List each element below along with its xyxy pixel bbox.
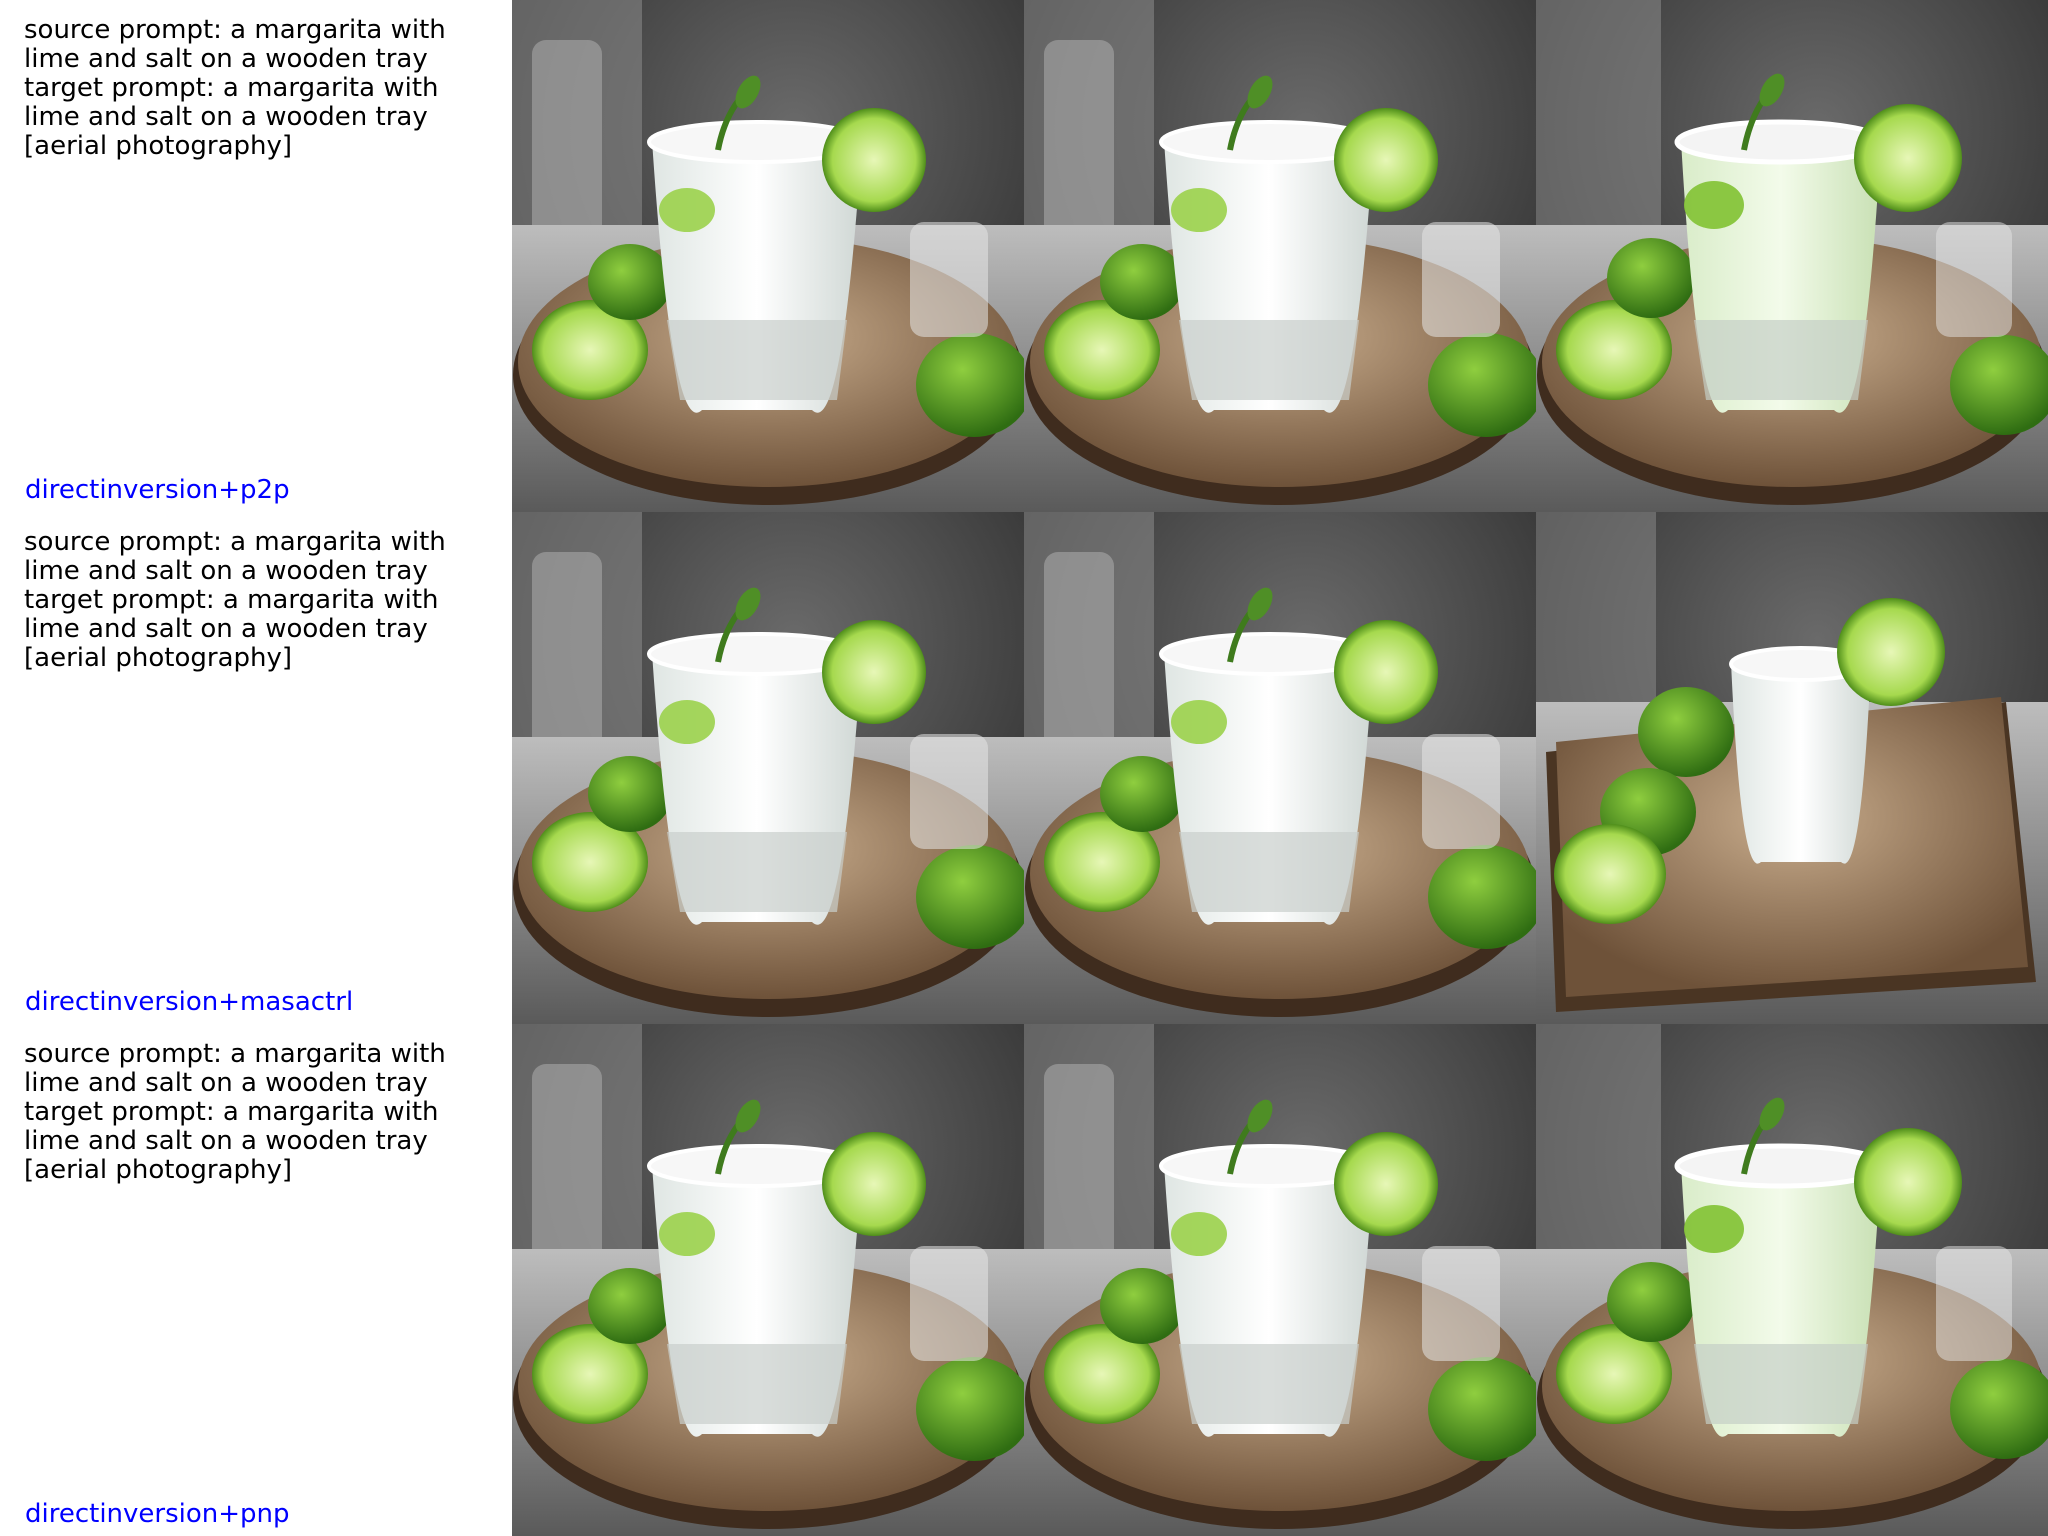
result-row: source prompt: a margarita with lime and…	[0, 1024, 2048, 1536]
prompt-text: source prompt: a margarita with lime and…	[24, 528, 500, 673]
result-row: source prompt: a margarita with lime and…	[0, 512, 2048, 1024]
edited-image	[1536, 512, 2048, 1024]
result-row: source prompt: a margarita with lime and…	[0, 0, 2048, 512]
source-prompt: source prompt: a margarita with lime and…	[24, 1039, 446, 1098]
prompt-text: source prompt: a margarita with lime and…	[24, 16, 500, 161]
method-label: directinversion+p2p	[25, 475, 290, 505]
target-prompt: target prompt: a margarita with lime and…	[24, 585, 439, 673]
reconstruction-image	[1024, 512, 1536, 1024]
source-prompt: source prompt: a margarita with lime and…	[24, 527, 446, 586]
source-image	[512, 512, 1024, 1024]
source-image	[512, 1024, 1024, 1536]
label-cell: source prompt: a margarita with lime and…	[0, 1024, 512, 1536]
comparison-grid: source prompt: a margarita with lime and…	[0, 0, 2048, 1536]
label-cell: source prompt: a margarita with lime and…	[0, 0, 512, 512]
label-cell: source prompt: a margarita with lime and…	[0, 512, 512, 1024]
reconstruction-image	[1024, 1024, 1536, 1536]
target-prompt: target prompt: a margarita with lime and…	[24, 1097, 439, 1185]
reconstruction-image	[1024, 0, 1536, 512]
method-label: directinversion+masactrl	[25, 987, 354, 1017]
edited-image	[1536, 1024, 2048, 1536]
edited-image	[1536, 0, 2048, 512]
method-label: directinversion+pnp	[25, 1499, 290, 1529]
source-prompt: source prompt: a margarita with lime and…	[24, 15, 446, 74]
target-prompt: target prompt: a margarita with lime and…	[24, 73, 439, 161]
prompt-text: source prompt: a margarita with lime and…	[24, 1040, 500, 1185]
source-image	[512, 0, 1024, 512]
